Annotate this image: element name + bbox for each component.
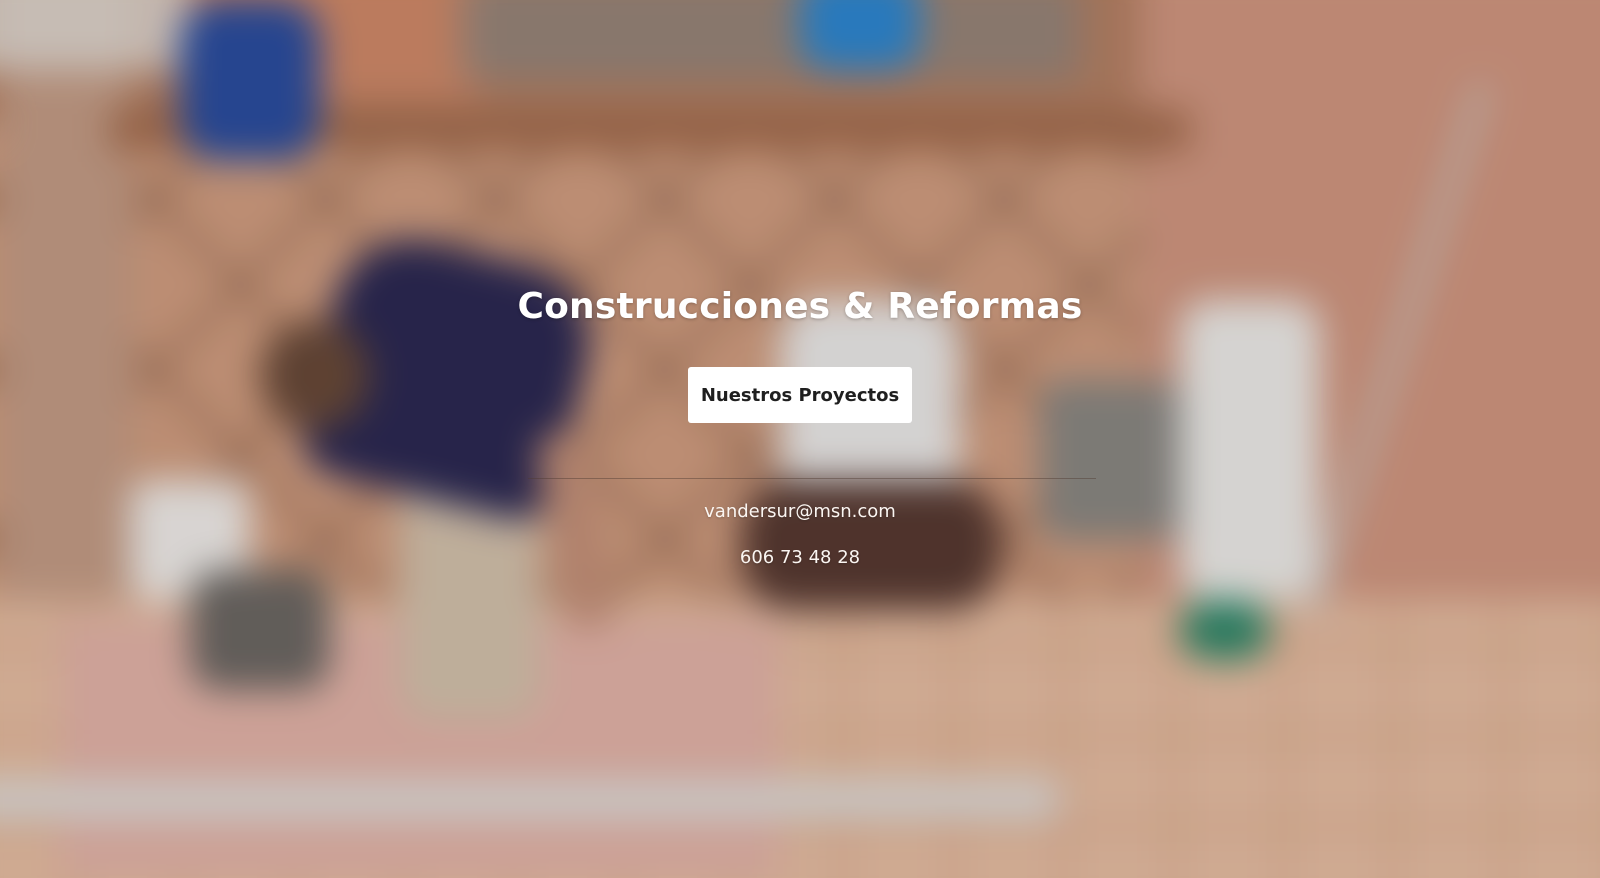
contact-phone: 606 73 48 28 — [739, 547, 861, 568]
projects-button[interactable]: Nuestros Proyectos — [688, 367, 912, 423]
hero-content: Construcciones & Reformas Nuestros Proye… — [0, 0, 1600, 878]
hero-section: Construcciones & Reformas Nuestros Proye… — [0, 0, 1600, 878]
contact-email: vandersur@msn.com — [704, 501, 896, 522]
divider — [528, 478, 1096, 479]
page-title: Construcciones & Reformas — [517, 286, 1083, 327]
